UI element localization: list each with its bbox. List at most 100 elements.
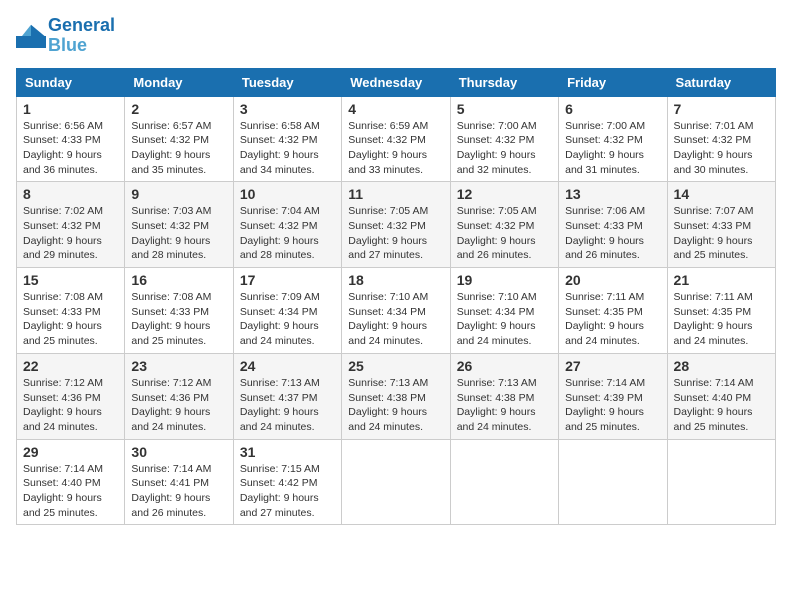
calendar-cell-24: 24 Sunrise: 7:13 AMSunset: 4:37 PMDaylig…	[233, 353, 341, 439]
calendar-cell-7: 7 Sunrise: 7:01 AMSunset: 4:32 PMDayligh…	[667, 96, 775, 182]
day-number: 15	[23, 272, 118, 288]
day-info: Sunrise: 7:11 AMSunset: 4:35 PMDaylight:…	[674, 291, 753, 347]
calendar-week-1: 1 Sunrise: 6:56 AMSunset: 4:33 PMDayligh…	[17, 96, 776, 182]
day-info: Sunrise: 7:11 AMSunset: 4:35 PMDaylight:…	[565, 291, 644, 347]
calendar-week-2: 8 Sunrise: 7:02 AMSunset: 4:32 PMDayligh…	[17, 182, 776, 268]
calendar-cell-16: 16 Sunrise: 7:08 AMSunset: 4:33 PMDaylig…	[125, 268, 233, 354]
day-number: 31	[240, 444, 335, 460]
day-info: Sunrise: 7:08 AMSunset: 4:33 PMDaylight:…	[131, 291, 211, 347]
calendar-cell-2: 2 Sunrise: 6:57 AMSunset: 4:32 PMDayligh…	[125, 96, 233, 182]
empty-cell	[667, 439, 775, 525]
day-info: Sunrise: 7:14 AMSunset: 4:39 PMDaylight:…	[565, 377, 645, 433]
day-info: Sunrise: 7:14 AMSunset: 4:40 PMDaylight:…	[674, 377, 754, 433]
calendar-cell-8: 8 Sunrise: 7:02 AMSunset: 4:32 PMDayligh…	[17, 182, 125, 268]
calendar-week-5: 29 Sunrise: 7:14 AMSunset: 4:40 PMDaylig…	[17, 439, 776, 525]
day-number: 6	[565, 101, 660, 117]
day-info: Sunrise: 7:03 AMSunset: 4:32 PMDaylight:…	[131, 205, 211, 261]
day-number: 5	[457, 101, 552, 117]
day-info: Sunrise: 7:07 AMSunset: 4:33 PMDaylight:…	[674, 205, 754, 261]
day-info: Sunrise: 6:58 AMSunset: 4:32 PMDaylight:…	[240, 120, 320, 176]
calendar-cell-27: 27 Sunrise: 7:14 AMSunset: 4:39 PMDaylig…	[559, 353, 667, 439]
day-number: 12	[457, 186, 552, 202]
day-info: Sunrise: 7:05 AMSunset: 4:32 PMDaylight:…	[348, 205, 428, 261]
day-number: 21	[674, 272, 769, 288]
calendar-cell-9: 9 Sunrise: 7:03 AMSunset: 4:32 PMDayligh…	[125, 182, 233, 268]
day-info: Sunrise: 7:01 AMSunset: 4:32 PMDaylight:…	[674, 120, 754, 176]
day-number: 14	[674, 186, 769, 202]
day-info: Sunrise: 7:00 AMSunset: 4:32 PMDaylight:…	[565, 120, 645, 176]
day-info: Sunrise: 7:13 AMSunset: 4:38 PMDaylight:…	[457, 377, 537, 433]
weekday-header-saturday: Saturday	[667, 68, 775, 96]
weekday-header-friday: Friday	[559, 68, 667, 96]
day-number: 7	[674, 101, 769, 117]
weekday-header-sunday: Sunday	[17, 68, 125, 96]
calendar-cell-30: 30 Sunrise: 7:14 AMSunset: 4:41 PMDaylig…	[125, 439, 233, 525]
weekday-header-tuesday: Tuesday	[233, 68, 341, 96]
day-number: 8	[23, 186, 118, 202]
calendar-cell-4: 4 Sunrise: 6:59 AMSunset: 4:32 PMDayligh…	[342, 96, 450, 182]
day-number: 13	[565, 186, 660, 202]
calendar-cell-25: 25 Sunrise: 7:13 AMSunset: 4:38 PMDaylig…	[342, 353, 450, 439]
calendar-cell-28: 28 Sunrise: 7:14 AMSunset: 4:40 PMDaylig…	[667, 353, 775, 439]
calendar-cell-26: 26 Sunrise: 7:13 AMSunset: 4:38 PMDaylig…	[450, 353, 558, 439]
day-number: 20	[565, 272, 660, 288]
calendar-cell-14: 14 Sunrise: 7:07 AMSunset: 4:33 PMDaylig…	[667, 182, 775, 268]
calendar-table: SundayMondayTuesdayWednesdayThursdayFrid…	[16, 68, 776, 526]
day-number: 3	[240, 101, 335, 117]
day-number: 22	[23, 358, 118, 374]
day-info: Sunrise: 7:14 AMSunset: 4:40 PMDaylight:…	[23, 463, 103, 519]
day-info: Sunrise: 7:12 AMSunset: 4:36 PMDaylight:…	[131, 377, 211, 433]
day-info: Sunrise: 7:06 AMSunset: 4:33 PMDaylight:…	[565, 205, 645, 261]
calendar-cell-22: 22 Sunrise: 7:12 AMSunset: 4:36 PMDaylig…	[17, 353, 125, 439]
calendar-cell-1: 1 Sunrise: 6:56 AMSunset: 4:33 PMDayligh…	[17, 96, 125, 182]
logo: General Blue	[16, 16, 115, 56]
day-number: 30	[131, 444, 226, 460]
calendar-cell-23: 23 Sunrise: 7:12 AMSunset: 4:36 PMDaylig…	[125, 353, 233, 439]
day-number: 2	[131, 101, 226, 117]
empty-cell	[559, 439, 667, 525]
day-info: Sunrise: 7:02 AMSunset: 4:32 PMDaylight:…	[23, 205, 103, 261]
calendar-cell-13: 13 Sunrise: 7:06 AMSunset: 4:33 PMDaylig…	[559, 182, 667, 268]
day-info: Sunrise: 7:05 AMSunset: 4:32 PMDaylight:…	[457, 205, 537, 261]
calendar-cell-5: 5 Sunrise: 7:00 AMSunset: 4:32 PMDayligh…	[450, 96, 558, 182]
day-number: 25	[348, 358, 443, 374]
day-info: Sunrise: 7:15 AMSunset: 4:42 PMDaylight:…	[240, 463, 320, 519]
day-number: 10	[240, 186, 335, 202]
day-number: 9	[131, 186, 226, 202]
day-number: 29	[23, 444, 118, 460]
day-number: 1	[23, 101, 118, 117]
calendar-week-4: 22 Sunrise: 7:12 AMSunset: 4:36 PMDaylig…	[17, 353, 776, 439]
day-number: 24	[240, 358, 335, 374]
day-info: Sunrise: 7:13 AMSunset: 4:37 PMDaylight:…	[240, 377, 320, 433]
day-number: 17	[240, 272, 335, 288]
day-number: 27	[565, 358, 660, 374]
calendar-cell-17: 17 Sunrise: 7:09 AMSunset: 4:34 PMDaylig…	[233, 268, 341, 354]
day-info: Sunrise: 7:14 AMSunset: 4:41 PMDaylight:…	[131, 463, 211, 519]
calendar-cell-10: 10 Sunrise: 7:04 AMSunset: 4:32 PMDaylig…	[233, 182, 341, 268]
page-header: General Blue	[16, 16, 776, 56]
day-number: 26	[457, 358, 552, 374]
calendar-cell-15: 15 Sunrise: 7:08 AMSunset: 4:33 PMDaylig…	[17, 268, 125, 354]
calendar-cell-12: 12 Sunrise: 7:05 AMSunset: 4:32 PMDaylig…	[450, 182, 558, 268]
day-info: Sunrise: 6:57 AMSunset: 4:32 PMDaylight:…	[131, 120, 211, 176]
day-info: Sunrise: 7:10 AMSunset: 4:34 PMDaylight:…	[348, 291, 428, 347]
calendar-cell-6: 6 Sunrise: 7:00 AMSunset: 4:32 PMDayligh…	[559, 96, 667, 182]
calendar-cell-29: 29 Sunrise: 7:14 AMSunset: 4:40 PMDaylig…	[17, 439, 125, 525]
day-number: 4	[348, 101, 443, 117]
calendar-cell-19: 19 Sunrise: 7:10 AMSunset: 4:34 PMDaylig…	[450, 268, 558, 354]
day-number: 28	[674, 358, 769, 374]
weekday-header-thursday: Thursday	[450, 68, 558, 96]
day-info: Sunrise: 6:59 AMSunset: 4:32 PMDaylight:…	[348, 120, 428, 176]
day-number: 16	[131, 272, 226, 288]
calendar-cell-20: 20 Sunrise: 7:11 AMSunset: 4:35 PMDaylig…	[559, 268, 667, 354]
calendar-week-3: 15 Sunrise: 7:08 AMSunset: 4:33 PMDaylig…	[17, 268, 776, 354]
calendar-cell-18: 18 Sunrise: 7:10 AMSunset: 4:34 PMDaylig…	[342, 268, 450, 354]
day-info: Sunrise: 7:08 AMSunset: 4:33 PMDaylight:…	[23, 291, 103, 347]
weekday-header-monday: Monday	[125, 68, 233, 96]
day-number: 11	[348, 186, 443, 202]
empty-cell	[450, 439, 558, 525]
day-number: 19	[457, 272, 552, 288]
day-number: 23	[131, 358, 226, 374]
calendar-cell-11: 11 Sunrise: 7:05 AMSunset: 4:32 PMDaylig…	[342, 182, 450, 268]
calendar-cell-31: 31 Sunrise: 7:15 AMSunset: 4:42 PMDaylig…	[233, 439, 341, 525]
